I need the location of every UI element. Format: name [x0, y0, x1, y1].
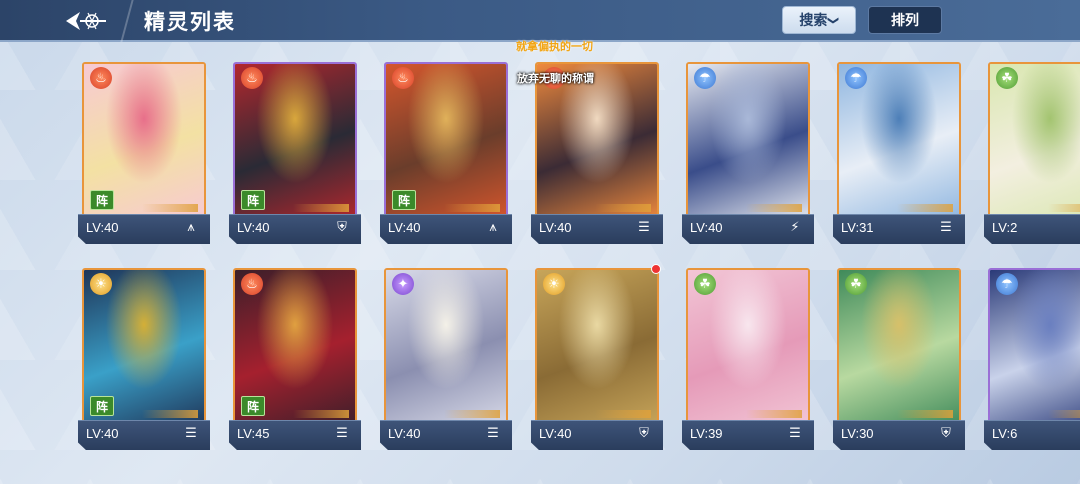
- spirit-card[interactable]: ☂ LV:6: [984, 268, 1080, 454]
- title-separator: [120, 0, 134, 42]
- notification-dot: [651, 264, 661, 274]
- back-arrow-icon[interactable]: [62, 6, 112, 36]
- level-label: LV:40: [539, 220, 572, 235]
- card-frame: ☂: [837, 62, 961, 222]
- spirit-card[interactable]: ✦ LV:40 ☰: [380, 268, 512, 454]
- book-icon: ☰: [789, 426, 801, 441]
- formation-badge: 阵: [90, 190, 114, 210]
- rarity-tag: [746, 204, 802, 212]
- level-label: LV:40: [690, 220, 723, 235]
- shield-icon: ⛨: [337, 220, 347, 235]
- water-element-icon: ☂: [694, 67, 716, 89]
- card-frame: ♨ 阵: [233, 62, 357, 222]
- light-element-icon: ☀: [543, 273, 565, 295]
- level-label: LV:2: [992, 220, 1018, 235]
- card-frame: ✦: [384, 268, 508, 428]
- book-icon: ☰: [940, 220, 952, 235]
- spirit-card[interactable]: ☂ LV:40 ⚡: [682, 62, 814, 248]
- rarity-tag: [293, 204, 349, 212]
- sort-button-label: 排列: [891, 13, 919, 29]
- rarity-tag: [142, 204, 198, 212]
- formation-badge: 阵: [241, 396, 265, 416]
- rarity-tag: [444, 204, 500, 212]
- water-element-icon: ☂: [996, 273, 1018, 295]
- fire-element-icon: ♨: [241, 273, 263, 295]
- fire-element-icon: ♨: [90, 67, 112, 89]
- formation-badge: 阵: [90, 396, 114, 416]
- level-label: LV:30: [841, 426, 874, 441]
- card-frame: ☘: [686, 268, 810, 428]
- water-element-icon: ☂: [845, 67, 867, 89]
- rarity-tag: [1048, 204, 1080, 212]
- spirit-card[interactable]: ♨ 阵 LV:40 ⩚: [78, 62, 210, 248]
- grass-element-icon: ☘: [845, 273, 867, 295]
- card-frame: ♨ 阵: [384, 62, 508, 222]
- card-frame: ☀ 阵: [82, 268, 206, 428]
- rarity-tag: [897, 410, 953, 418]
- spirit-card[interactable]: ☘ LV:39 ☰: [682, 268, 814, 454]
- shield-icon: ⛨: [941, 426, 951, 441]
- floating-caption-2: 放弃无聊的称谓: [517, 72, 594, 85]
- sort-button[interactable]: 排列: [868, 6, 942, 34]
- card-frame: ☂: [686, 62, 810, 222]
- card-frame: ☘: [988, 62, 1080, 222]
- search-button-label: 搜索: [799, 13, 828, 29]
- level-label: LV:40: [388, 220, 421, 235]
- fire-element-icon: ♨: [392, 67, 414, 89]
- spirit-card[interactable]: ☀ 阵 LV:40 ☰: [78, 268, 210, 454]
- spirit-card[interactable]: ♨ 阵 LV:40 ⩚: [380, 62, 512, 248]
- rarity-tag: [897, 204, 953, 212]
- level-label: LV:39: [690, 426, 723, 441]
- card-frame: ♨ 阵: [233, 268, 357, 428]
- book-icon: ☰: [185, 426, 197, 441]
- claw-icon: ⩚: [489, 220, 497, 235]
- light-element-icon: ☀: [90, 273, 112, 295]
- lightning-icon: ⚡: [790, 220, 800, 235]
- rarity-tag: [595, 204, 651, 212]
- rarity-tag: [595, 410, 651, 418]
- floating-caption-1: 就拿偏执的一切: [516, 40, 593, 53]
- spirit-card[interactable]: ☘ LV:30 ⛨: [833, 268, 965, 454]
- book-icon: ☰: [487, 426, 499, 441]
- chevron-down-icon: ❯: [827, 15, 841, 25]
- spirit-card[interactable]: ♨ 阵 LV:45 ☰: [229, 268, 361, 454]
- book-icon: ☰: [336, 426, 348, 441]
- rarity-tag: [142, 410, 198, 418]
- shield-icon: ⛨: [639, 426, 649, 441]
- grass-element-icon: ☘: [996, 67, 1018, 89]
- rarity-tag: [444, 410, 500, 418]
- book-icon: ☰: [638, 220, 650, 235]
- page-title: 精灵列表: [144, 10, 236, 34]
- card-frame: ♨: [535, 62, 659, 222]
- level-label: LV:40: [539, 426, 572, 441]
- level-label: LV:45: [237, 426, 270, 441]
- card-frame: ☂: [988, 268, 1080, 428]
- claw-icon: ⩚: [187, 220, 195, 235]
- search-button[interactable]: 搜索 ❯: [782, 6, 856, 34]
- rarity-tag: [1048, 410, 1080, 418]
- card-frame: ☘: [837, 268, 961, 428]
- spirit-card[interactable]: ♨ 阵 LV:40 ⛨: [229, 62, 361, 248]
- level-label: LV:40: [86, 220, 119, 235]
- formation-badge: 阵: [392, 190, 416, 210]
- top-bar: 精灵列表 搜索 ❯ 排列: [0, 0, 1080, 42]
- dark-element-icon: ✦: [392, 273, 414, 295]
- level-label: LV:31: [841, 220, 874, 235]
- fire-element-icon: ♨: [241, 67, 263, 89]
- card-frame: ♨ 阵: [82, 62, 206, 222]
- formation-badge: 阵: [241, 190, 265, 210]
- card-frame: ☀: [535, 268, 659, 428]
- spirit-card[interactable]: ☂ LV:31 ☰: [833, 62, 965, 248]
- rarity-tag: [293, 410, 349, 418]
- rarity-tag: [746, 410, 802, 418]
- level-label: LV:6: [992, 426, 1018, 441]
- level-label: LV:40: [388, 426, 421, 441]
- spirit-card[interactable]: ♨ LV:40 ☰: [531, 62, 663, 248]
- spirit-card[interactable]: ☘ LV:2: [984, 62, 1080, 248]
- level-label: LV:40: [237, 220, 270, 235]
- grass-element-icon: ☘: [694, 273, 716, 295]
- level-label: LV:40: [86, 426, 119, 441]
- spirit-card[interactable]: ☀ LV:40 ⛨: [531, 264, 663, 454]
